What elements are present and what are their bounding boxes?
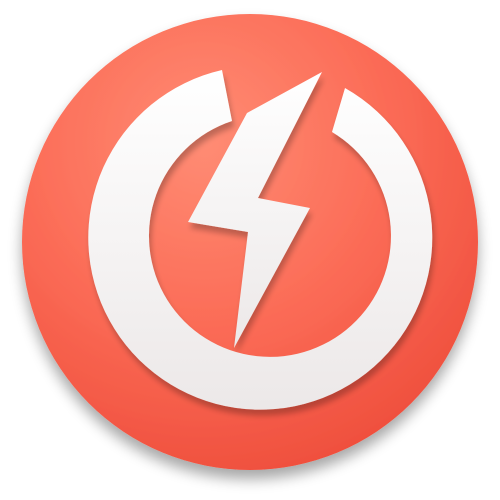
power-bolt-icon[interactable] [0, 0, 500, 500]
app-icon-stage [0, 0, 500, 500]
